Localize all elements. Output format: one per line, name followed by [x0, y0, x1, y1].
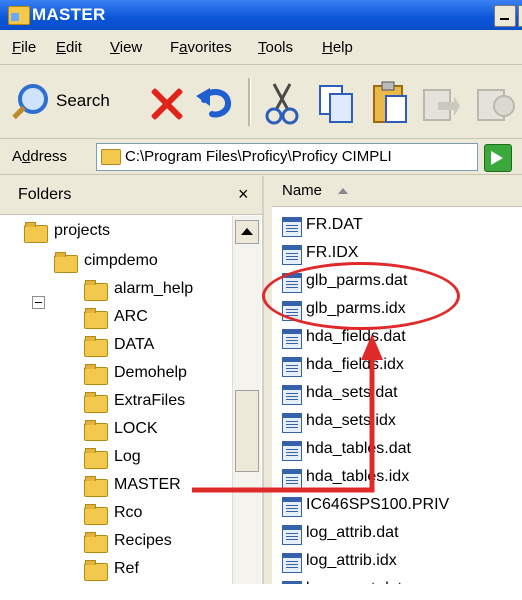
- explorer-window: MASTER File Edit View Favorites Tools He…: [0, 0, 522, 600]
- annotation-arrow: [192, 334, 383, 493]
- torn-bottom-edge: [0, 584, 522, 600]
